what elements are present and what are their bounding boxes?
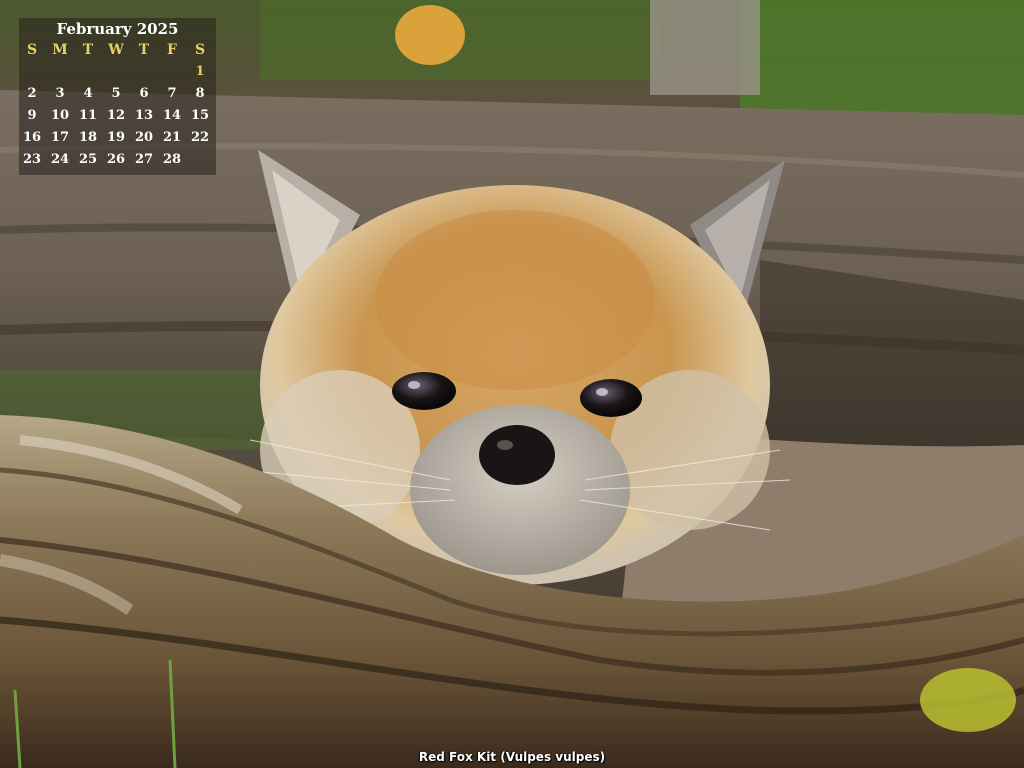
calendar-week-row: 1	[19, 62, 216, 82]
calendar-day: 24	[50, 152, 70, 167]
calendar-day: 17	[50, 130, 70, 145]
calendar-day: 14	[162, 108, 182, 123]
calendar-week-row: 16 17 18 19 20 21 22	[19, 128, 216, 148]
calendar-day: 11	[78, 108, 98, 123]
weekday-label: S	[26, 42, 38, 58]
weekday-label: M	[52, 42, 68, 58]
calendar-day: 20	[134, 130, 154, 145]
calendar-day: 15	[190, 108, 210, 123]
calendar-day: 1	[195, 64, 205, 79]
calendar-day: 6	[139, 86, 149, 101]
weekday-label: T	[82, 42, 94, 58]
calendar-day: 5	[111, 86, 121, 101]
calendar-week-row: 23 24 25 26 27 28	[19, 150, 216, 170]
calendar-week-row: 2 3 4 5 6 7 8	[19, 84, 216, 104]
calendar-weekday-header: S M T W T F S	[19, 40, 216, 60]
calendar-day: 23	[22, 152, 42, 167]
calendar-day: 9	[27, 108, 37, 123]
calendar-day: 4	[83, 86, 93, 101]
calendar-day: 7	[167, 86, 177, 101]
calendar-month-title: February 2025	[56, 20, 179, 38]
desktop-calendar-widget[interactable]: February 2025 S M T W T F S 1 2 3 4 5 6 …	[19, 18, 216, 175]
calendar-day: 16	[22, 130, 42, 145]
calendar-day: 22	[190, 130, 210, 145]
wallpaper-caption: Red Fox Kit (Vulpes vulpes)	[418, 750, 606, 764]
calendar-day: 13	[134, 108, 154, 123]
calendar-day: 27	[134, 152, 154, 167]
calendar-day: 28	[162, 152, 182, 167]
calendar-day: 26	[106, 152, 126, 167]
desktop[interactable]: February 2025 S M T W T F S 1 2 3 4 5 6 …	[0, 0, 1024, 768]
calendar-day: 19	[106, 130, 126, 145]
calendar-day: 21	[162, 130, 182, 145]
calendar-day: 8	[195, 86, 205, 101]
weekday-label: W	[108, 42, 124, 58]
calendar-day: 2	[27, 86, 37, 101]
weekday-label: T	[138, 42, 150, 58]
calendar-day: 10	[50, 108, 70, 123]
calendar-week-row: 9 10 11 12 13 14 15	[19, 106, 216, 126]
calendar-day: 3	[55, 86, 65, 101]
calendar-day: 12	[106, 108, 126, 123]
calendar-day: 25	[78, 152, 98, 167]
weekday-label: F	[167, 42, 177, 58]
calendar-day: 18	[78, 130, 98, 145]
weekday-label: S	[194, 42, 206, 58]
